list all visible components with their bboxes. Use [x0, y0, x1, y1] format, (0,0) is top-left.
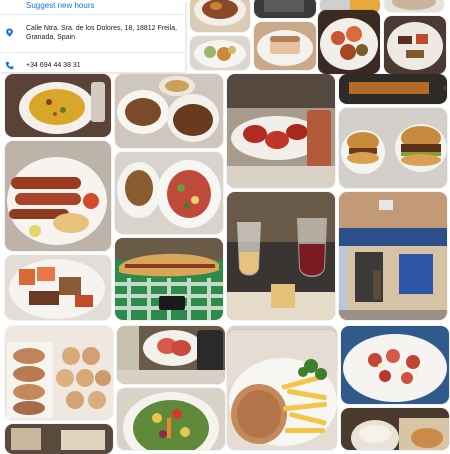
sausage-plate-photo[interactable] [5, 141, 111, 251]
bread-rolls-photo[interactable] [5, 326, 113, 420]
food-photo[interactable] [341, 408, 449, 450]
place-address[interactable]: Calle Ntra. Sra. de los Dolores, 18, 188… [26, 24, 181, 42]
food-photo[interactable] [190, 36, 250, 70]
suggest-new-hours-link[interactable]: Suggest new hours [26, 1, 95, 10]
food-photo[interactable] [339, 74, 447, 104]
food-photo[interactable] [254, 0, 316, 18]
food-photo[interactable] [384, 0, 444, 12]
food-photo[interactable] [254, 22, 316, 70]
location-pin-icon [6, 28, 13, 37]
place-info-panel: Suggest new hours Calle Ntra. Sra. de lo… [0, 0, 185, 72]
food-photo[interactable] [190, 0, 250, 32]
ham-tomato-photo[interactable] [227, 74, 335, 188]
food-photo[interactable] [384, 16, 446, 74]
gallery-prev-arrow[interactable]: ‹ [440, 81, 450, 95]
food-photo[interactable] [341, 326, 449, 404]
wine-glass-photo[interactable] [227, 192, 335, 320]
phone-icon [5, 61, 14, 70]
salad-photo[interactable] [115, 152, 223, 234]
burger-photo[interactable] [339, 108, 447, 188]
fries-dish-photo[interactable] [227, 330, 337, 450]
baguette-photo[interactable] [115, 238, 223, 320]
place-phone[interactable]: +34 694 44 38 31 [26, 61, 81, 70]
salad-dish-photo[interactable] [117, 388, 225, 450]
divider [0, 14, 185, 15]
divider [0, 52, 185, 53]
bar-storefront-photo[interactable] [339, 192, 447, 320]
paella-photo[interactable] [5, 74, 111, 137]
food-photo[interactable] [318, 10, 380, 74]
tapas-plates-photo[interactable] [115, 74, 223, 148]
ham-tomato-plate-photo[interactable] [117, 326, 225, 384]
food-photo[interactable] [5, 255, 111, 320]
